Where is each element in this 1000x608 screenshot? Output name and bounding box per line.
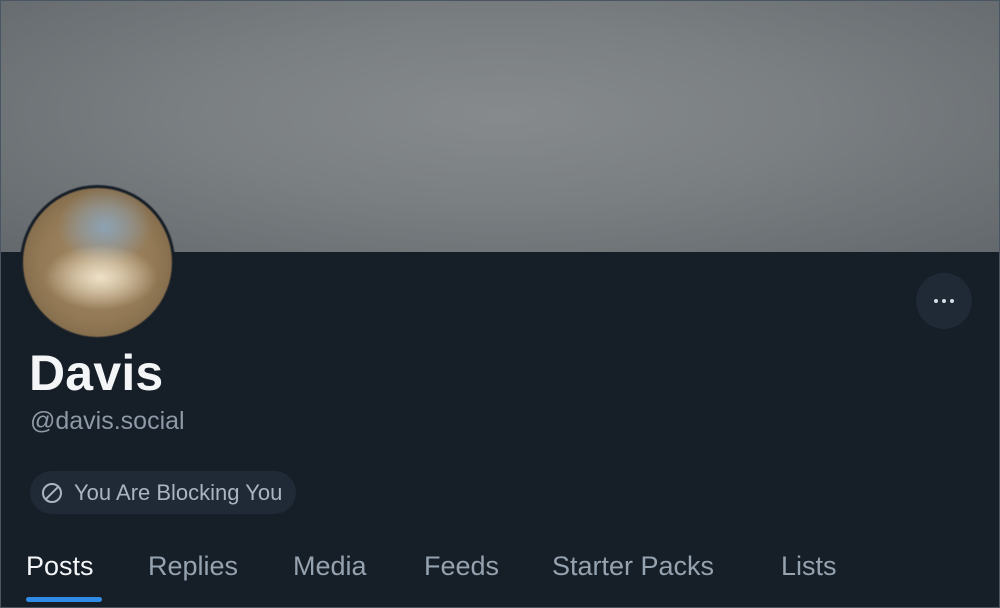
tab-posts[interactable]: Posts xyxy=(26,529,94,603)
ellipsis-icon xyxy=(934,299,954,303)
profile-screen: Davis @davis.social You Are Blocking You… xyxy=(0,0,1000,608)
active-tab-indicator xyxy=(26,597,102,602)
tab-replies[interactable]: Replies xyxy=(148,529,238,603)
display-name: Davis xyxy=(29,345,164,401)
tab-media[interactable]: Media xyxy=(293,529,367,603)
block-status-badge[interactable]: You Are Blocking You xyxy=(30,471,297,514)
profile-handle: @davis.social xyxy=(30,407,185,435)
block-status-label: You Are Blocking You xyxy=(74,479,283,505)
tab-starter-packs[interactable]: Starter Packs xyxy=(552,529,714,603)
profile-tabs: Posts Replies Media Feeds Starter Packs … xyxy=(1,529,999,607)
tab-lists[interactable]: Lists xyxy=(781,529,837,603)
more-options-button[interactable] xyxy=(916,273,972,329)
avatar[interactable] xyxy=(20,185,175,340)
block-icon xyxy=(42,482,62,503)
tab-feeds[interactable]: Feeds xyxy=(424,529,499,603)
